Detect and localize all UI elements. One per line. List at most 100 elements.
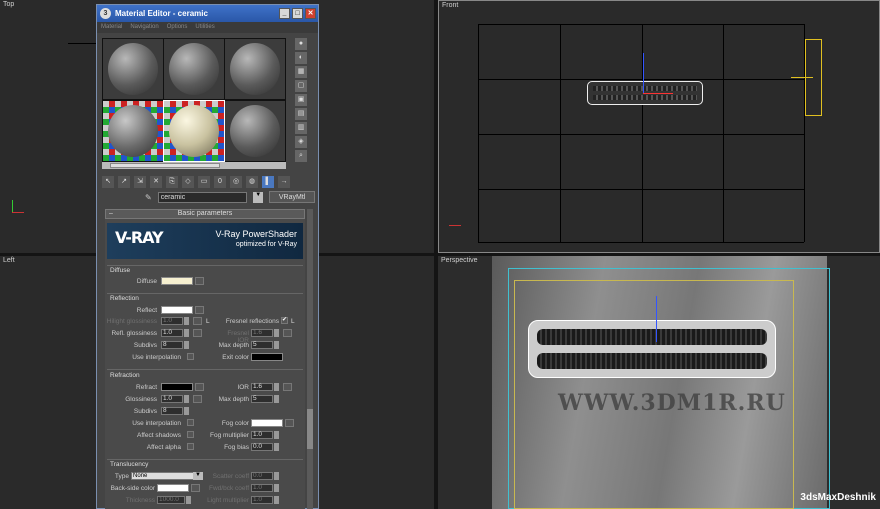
- material-navigator-icon[interactable]: ⌕: [295, 150, 307, 162]
- go-to-parent-icon[interactable]: ▌: [262, 176, 274, 188]
- make-unique-icon[interactable]: ◇: [182, 176, 194, 188]
- fresnel-lock-label[interactable]: L: [291, 318, 295, 325]
- refl-use-interpolation-checkbox[interactable]: [187, 353, 194, 360]
- refl-glossiness-input[interactable]: 1.0: [161, 329, 183, 337]
- viewport-label-top[interactable]: Top: [3, 1, 14, 8]
- refract-map-button[interactable]: [195, 383, 204, 391]
- reflect-color-swatch[interactable]: [161, 306, 193, 314]
- fresnel-ior-map-button[interactable]: [283, 329, 292, 337]
- viewport-label-front[interactable]: Front: [442, 2, 458, 9]
- refr-max-depth-input[interactable]: 5: [251, 395, 273, 403]
- backlight-icon[interactable]: ◐: [295, 52, 307, 64]
- hilight-map-button[interactable]: [193, 317, 202, 325]
- viewport-front[interactable]: Front: [438, 0, 880, 253]
- hilight-glossiness-input[interactable]: 1.0: [161, 317, 183, 325]
- title-bar[interactable]: 3 Material Editor - ceramic _ □ ✕: [97, 5, 318, 22]
- minimize-icon[interactable]: _: [279, 8, 290, 19]
- hilight-glossiness-spinner[interactable]: [184, 317, 189, 325]
- fresnel-ior-spinner[interactable]: [274, 329, 279, 337]
- uv-tiling-icon[interactable]: ▢: [295, 80, 307, 92]
- material-editor-window[interactable]: 3 Material Editor - ceramic _ □ ✕ Materi…: [96, 4, 319, 509]
- thickness-spinner[interactable]: [186, 496, 191, 504]
- sample-slot[interactable]: [225, 39, 285, 99]
- sample-scrollbar[interactable]: [102, 162, 286, 169]
- pick-material-icon[interactable]: ✎: [145, 193, 152, 202]
- fog-bias-input[interactable]: 0.0: [251, 443, 273, 451]
- background-icon[interactable]: ▦: [295, 66, 307, 78]
- material-name-input[interactable]: ceramic: [157, 191, 248, 203]
- scroll-thumb[interactable]: [307, 409, 313, 449]
- refl-glossiness-map-button[interactable]: [193, 329, 202, 337]
- diffuse-color-swatch[interactable]: [161, 277, 193, 285]
- viewport-divider[interactable]: [434, 0, 438, 509]
- menu-utilities[interactable]: Utilities: [195, 22, 214, 33]
- fog-multiplier-spinner[interactable]: [274, 431, 279, 439]
- hilight-lock-label[interactable]: L: [206, 318, 210, 325]
- viewport-label-perspective[interactable]: Perspective: [441, 257, 478, 264]
- viewport-label-left[interactable]: Left: [3, 257, 15, 264]
- translucency-type-select[interactable]: None: [131, 472, 199, 480]
- ior-spinner[interactable]: [274, 383, 279, 391]
- reset-icon[interactable]: ✕: [150, 176, 162, 188]
- options-icon[interactable]: ▥: [295, 122, 307, 134]
- menu-navigation[interactable]: Navigation: [130, 22, 158, 33]
- refl-max-depth-input[interactable]: 5: [251, 341, 273, 349]
- refr-glossiness-input[interactable]: 1.0: [161, 395, 183, 403]
- show-end-result-icon[interactable]: ◍: [246, 176, 258, 188]
- refl-subdivs-spinner[interactable]: [184, 341, 189, 349]
- make-copy-icon[interactable]: ⎘: [166, 176, 178, 188]
- show-map-icon[interactable]: ◎: [230, 176, 242, 188]
- reflect-map-button[interactable]: [195, 306, 204, 314]
- lamp-object-perspective[interactable]: [528, 320, 776, 378]
- parameters-scrollbar[interactable]: [307, 209, 313, 509]
- fog-color-map-button[interactable]: [285, 419, 294, 427]
- refr-subdivs-spinner[interactable]: [184, 407, 189, 415]
- light-multiplier-spinner[interactable]: [274, 496, 279, 504]
- sample-slot[interactable]: [225, 101, 285, 161]
- sample-slot[interactable]: [103, 39, 163, 99]
- go-forward-icon[interactable]: →: [278, 176, 290, 188]
- ior-map-button[interactable]: [283, 383, 292, 391]
- close-icon[interactable]: ✕: [305, 8, 316, 19]
- refl-subdivs-input[interactable]: 8: [161, 341, 183, 349]
- rollout-collapse-icon[interactable]: –: [109, 210, 113, 218]
- get-material-icon[interactable]: ↖: [102, 176, 114, 188]
- preview-icon[interactable]: ▤: [295, 108, 307, 120]
- fwd-bck-coeff-spinner[interactable]: [274, 484, 279, 492]
- back-side-map-button[interactable]: [191, 484, 200, 492]
- refr-glossiness-map-button[interactable]: [193, 395, 202, 403]
- select-by-material-icon[interactable]: ◈: [295, 136, 307, 148]
- scatter-coeff-spinner[interactable]: [274, 472, 279, 480]
- material-id-icon[interactable]: 0: [214, 176, 226, 188]
- light-multiplier-input[interactable]: 1.0: [251, 496, 273, 504]
- refr-subdivs-input[interactable]: 8: [161, 407, 183, 415]
- scatter-coeff-input[interactable]: 0.0: [251, 472, 273, 480]
- put-to-library-icon[interactable]: ▭: [198, 176, 210, 188]
- material-type-button[interactable]: VRayMtl: [269, 191, 315, 203]
- fresnel-ior-input[interactable]: 1.6: [251, 329, 273, 337]
- chevron-down-icon[interactable]: ▼: [253, 191, 264, 203]
- assign-material-icon[interactable]: ⇲: [134, 176, 146, 188]
- back-side-color-swatch[interactable]: [157, 484, 189, 492]
- refract-color-swatch[interactable]: [161, 383, 193, 391]
- viewport-perspective[interactable]: Perspective WWW.3DM1R.RU 3dsMaxDeshnik: [438, 256, 880, 509]
- affect-alpha-checkbox[interactable]: [187, 443, 194, 450]
- menu-material[interactable]: Material: [101, 22, 122, 33]
- refr-glossiness-spinner[interactable]: [184, 395, 189, 403]
- sample-type-icon[interactable]: ●: [295, 38, 307, 50]
- sample-slot-active[interactable]: [163, 100, 225, 162]
- sample-slot[interactable]: [103, 101, 163, 161]
- thickness-input[interactable]: 1000.0: [157, 496, 185, 504]
- ior-input[interactable]: 1.6: [251, 383, 273, 391]
- maximize-icon[interactable]: □: [292, 8, 303, 19]
- exit-color-swatch[interactable]: [251, 353, 283, 361]
- diffuse-map-button[interactable]: [195, 277, 204, 285]
- chevron-down-icon[interactable]: ▼: [193, 472, 203, 480]
- refr-use-interpolation-checkbox[interactable]: [187, 419, 194, 426]
- scroll-thumb[interactable]: [110, 163, 220, 168]
- fog-bias-spinner[interactable]: [274, 443, 279, 451]
- video-color-check-icon[interactable]: ▣: [295, 94, 307, 106]
- sample-slot[interactable]: [164, 39, 224, 99]
- refl-max-depth-spinner[interactable]: [274, 341, 279, 349]
- refl-glossiness-spinner[interactable]: [184, 329, 189, 337]
